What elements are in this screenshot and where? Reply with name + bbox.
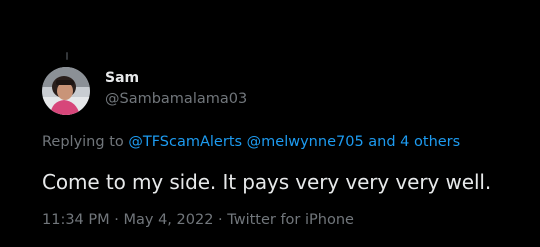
mention-link-tfscamalerts[interactable]: @TFScamAlerts xyxy=(128,134,242,150)
meta-separator: · xyxy=(218,212,223,228)
meta-separator: · xyxy=(114,212,119,228)
and-others-link[interactable]: and 4 others xyxy=(368,134,460,150)
tweet-meta: 11:34 PM · May 4, 2022 · Twitter for iPh… xyxy=(42,212,354,228)
avatar-photo xyxy=(42,67,90,115)
replying-to-line: Replying to @TFScamAlerts @melwynne705 a… xyxy=(42,134,460,150)
avatar[interactable] xyxy=(42,67,90,115)
tweet-source[interactable]: Twitter for iPhone xyxy=(227,212,354,228)
mention-link-melwynne705[interactable]: @melwynne705 xyxy=(247,134,364,150)
tweet-time[interactable]: 11:34 PM xyxy=(42,212,110,228)
tweet-text: Come to my side. It pays very very very … xyxy=(42,170,492,194)
author-handle[interactable]: @Sambamalama03 xyxy=(105,91,247,107)
others-count: 4 others xyxy=(400,134,461,150)
thread-connector-line xyxy=(66,52,68,60)
and-label: and xyxy=(368,134,396,150)
tweet-date[interactable]: May 4, 2022 xyxy=(123,212,213,228)
author-display-name[interactable]: Sam xyxy=(105,70,139,86)
replying-to-label: Replying to xyxy=(42,134,124,150)
